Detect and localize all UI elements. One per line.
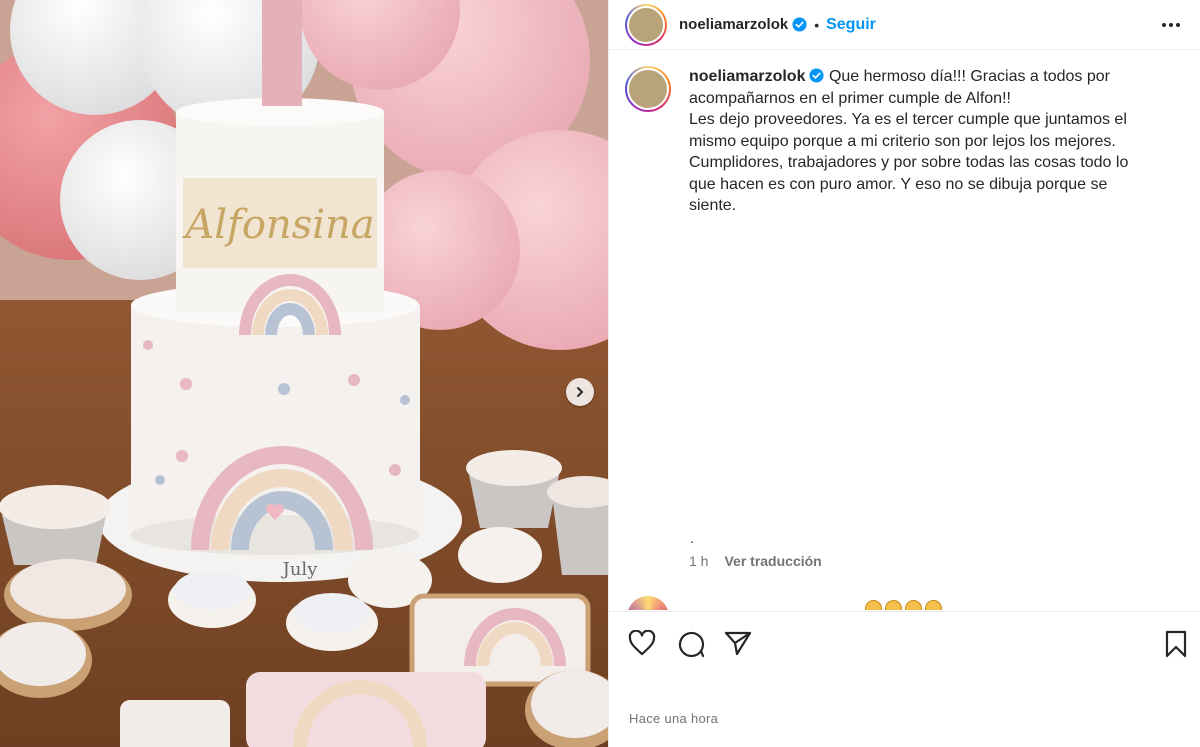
caption-text: noeliamarzolok Que hermoso día!!! Gracia… <box>689 66 1159 217</box>
separator-dot: • <box>814 16 820 33</box>
cake-plate-text: July <box>281 559 319 580</box>
avatar[interactable] <box>625 3 667 46</box>
caption-line-3: mismo equipo porque a mi criterio son po… <box>689 132 1116 150</box>
cupcake-right <box>466 450 562 528</box>
emoji-icon <box>885 600 902 610</box>
caption-line: noeliamarzolok Que hermoso día!!! Gracia… <box>689 66 1159 88</box>
caption-line-0: Que hermoso día!!! Gracias a todos por <box>828 68 1110 85</box>
relative-time[interactable]: 1 h <box>689 553 708 569</box>
avatar-photo <box>627 68 669 110</box>
emoji-row <box>865 600 942 610</box>
caption-username[interactable]: noeliamarzolok <box>689 68 805 85</box>
next-image-button[interactable] <box>566 378 594 406</box>
username-link[interactable]: noeliamarzolok <box>679 16 788 33</box>
avatar-photo <box>627 5 665 44</box>
post-timestamp: Hace una hora <box>629 711 719 726</box>
verified-badge-icon <box>809 68 825 83</box>
post-photo[interactable]: Alfonsina July <box>0 0 608 747</box>
post-header: noeliamarzolok • Seguir <box>609 0 1200 50</box>
send-icon[interactable] <box>724 630 752 656</box>
caption-line-5: que hacen es con puro amor. Y eso no se … <box>689 175 1108 193</box>
follow-button[interactable]: Seguir <box>826 16 876 34</box>
verified-badge-icon <box>792 17 807 32</box>
cake-photo-illustration: Alfonsina July <box>0 0 608 747</box>
cake-name-text: Alfonsina <box>181 202 374 248</box>
post-side-panel: noeliamarzolok • Seguir noeliamarzolok Q… <box>608 0 1200 747</box>
action-bar <box>609 611 1200 677</box>
emoji-icon <box>865 600 882 610</box>
post-caption: noeliamarzolok Que hermoso día!!! Gracia… <box>625 66 1185 217</box>
caption-avatar[interactable] <box>625 66 671 112</box>
caption-line-1: acompañarnos en el primer cumple de Alfo… <box>689 89 1011 107</box>
caption-line-6: siente. <box>689 197 737 214</box>
caption-line-4: Cumplidores, trabajadores y por sobre to… <box>689 154 1129 171</box>
heart-icon[interactable] <box>628 630 656 656</box>
more-options-icon[interactable] <box>1158 17 1184 33</box>
comment-icon[interactable] <box>677 630 705 658</box>
bookmark-icon[interactable] <box>1164 630 1188 658</box>
caption-meta: 1 h Ver traducción <box>689 553 822 569</box>
comment-preview <box>625 596 1185 610</box>
emoji-icon <box>925 600 942 610</box>
header-user: noeliamarzolok • Seguir <box>679 16 876 34</box>
translate-link[interactable]: Ver traducción <box>724 553 821 569</box>
chevron-right-icon <box>577 387 583 397</box>
emoji-icon <box>905 600 922 610</box>
commenter-avatar[interactable] <box>627 596 669 610</box>
trailing-dot: . <box>690 530 694 546</box>
caption-line-2: Les dejo proveedores. Ya es el tercer cu… <box>689 111 1127 128</box>
